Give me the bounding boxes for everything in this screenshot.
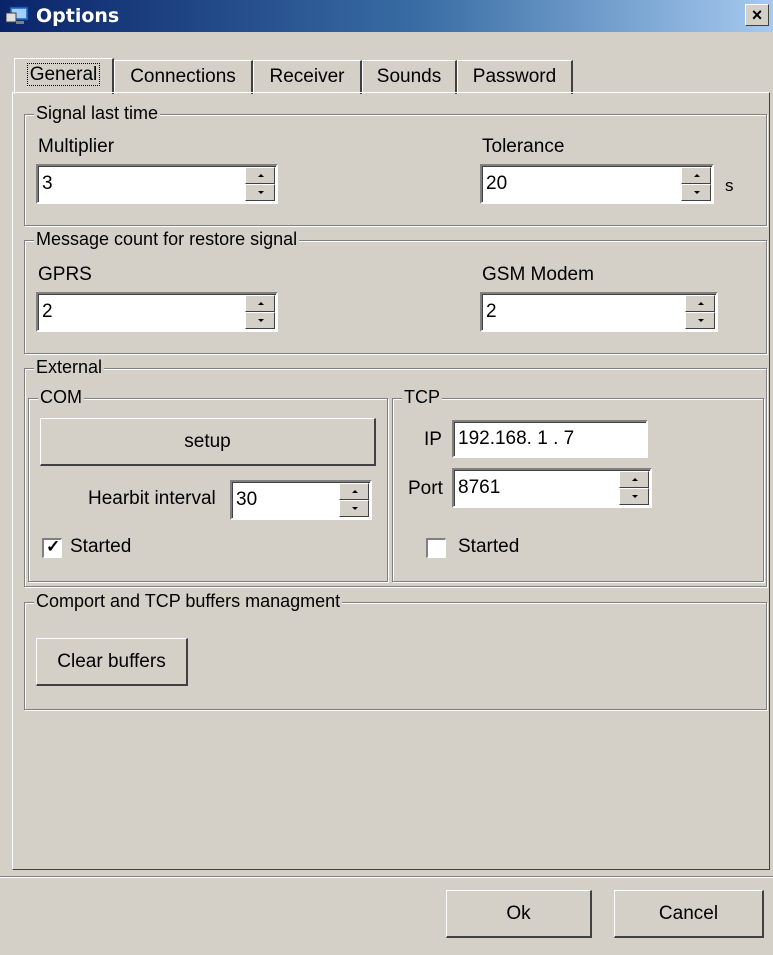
monitor-app-icon <box>6 6 29 24</box>
arrow-up-icon <box>698 302 704 305</box>
tab-sounds-label: Sounds <box>376 66 442 87</box>
tolerance-spinner[interactable]: 20 <box>480 164 714 204</box>
heartbit-interval-spinner[interactable]: 30 <box>230 480 372 520</box>
tcp-port-spinner[interactable]: 8761 <box>452 468 652 508</box>
heartbit-interval-value: 30 <box>236 489 258 510</box>
tolerance-up-button[interactable] <box>681 167 711 184</box>
tab-receiver[interactable]: Receiver <box>253 60 362 94</box>
signal-last-time-title: Signal last time <box>34 103 161 123</box>
checkmark-icon: ✓ <box>46 537 61 556</box>
com-title: COM <box>38 387 84 407</box>
tab-general[interactable]: General <box>14 58 114 94</box>
tab-sounds[interactable]: Sounds <box>362 60 457 94</box>
multiplier-value: 3 <box>42 173 53 194</box>
tcp-ip-input[interactable]: 192.168. 1 . 7 <box>452 420 648 458</box>
arrow-down-icon <box>258 319 264 322</box>
multiplier-label: Multiplier <box>38 136 115 157</box>
tcp-started-label: Started <box>458 536 520 557</box>
multiplier-down-button[interactable] <box>245 184 275 201</box>
tcp-ip-value: 192.168. 1 . 7 <box>458 428 575 449</box>
tcp-title: TCP <box>402 387 442 407</box>
tolerance-down-button[interactable] <box>681 184 711 201</box>
com-started-checkbox[interactable]: ✓ <box>42 537 62 558</box>
arrow-down-icon <box>698 319 704 322</box>
tab-password[interactable]: Password <box>457 60 573 94</box>
tcp-port-label: Port <box>408 478 443 499</box>
arrow-up-icon <box>352 490 358 493</box>
tcp-port-value: 8761 <box>458 477 501 498</box>
port-down-button[interactable] <box>619 488 649 505</box>
arrow-up-icon <box>632 478 638 481</box>
gsm-down-button[interactable] <box>685 312 715 329</box>
gsm-modem-value: 2 <box>486 301 497 322</box>
gprs-down-button[interactable] <box>245 312 275 329</box>
gprs-up-button[interactable] <box>245 295 275 312</box>
ok-button[interactable]: Ok <box>446 890 592 938</box>
close-button[interactable]: × <box>745 4 769 26</box>
arrow-down-icon <box>694 191 700 194</box>
tolerance-unit: s <box>725 176 734 195</box>
com-started-label: Started <box>70 536 132 557</box>
arrow-up-icon <box>258 302 264 305</box>
gprs-label: GPRS <box>38 264 92 285</box>
arrow-up-icon <box>258 174 264 177</box>
buffers-title: Comport and TCP buffers managment <box>34 591 343 611</box>
gprs-spinner[interactable]: 2 <box>36 292 278 332</box>
gsm-modem-spinner[interactable]: 2 <box>480 292 718 332</box>
title-bar[interactable]: Options × <box>0 0 773 32</box>
gsm-up-button[interactable] <box>685 295 715 312</box>
port-up-button[interactable] <box>619 471 649 488</box>
multiplier-spinner[interactable]: 3 <box>36 164 278 204</box>
arrow-down-icon <box>352 507 358 510</box>
cancel-button[interactable]: Cancel <box>614 890 764 938</box>
clear-buffers-button[interactable]: Clear buffers <box>36 638 188 686</box>
tab-general-label: General <box>26 63 101 86</box>
tolerance-value: 20 <box>486 173 508 194</box>
heartbit-up-button[interactable] <box>339 483 369 500</box>
message-count-title: Message count for restore signal <box>34 229 300 249</box>
external-title: External <box>34 357 105 377</box>
arrow-down-icon <box>258 191 264 194</box>
heartbit-down-button[interactable] <box>339 500 369 517</box>
heartbit-interval-label: Hearbit interval <box>88 488 216 509</box>
multiplier-up-button[interactable] <box>245 167 275 184</box>
com-setup-button[interactable]: setup <box>40 418 376 466</box>
close-icon: × <box>751 5 763 25</box>
tcp-started-checkbox[interactable] <box>426 538 446 558</box>
tolerance-label: Tolerance <box>482 136 565 157</box>
gprs-value: 2 <box>42 301 53 322</box>
tab-connections-label: Connections <box>130 66 236 87</box>
tab-receiver-label: Receiver <box>269 66 345 87</box>
arrow-up-icon <box>694 174 700 177</box>
tab-password-label: Password <box>472 66 557 87</box>
window-title: Options <box>36 5 120 27</box>
gsm-modem-label: GSM Modem <box>482 264 594 285</box>
tcp-ip-label: IP <box>424 429 442 450</box>
arrow-down-icon <box>632 495 638 498</box>
tab-connections[interactable]: Connections <box>114 60 253 94</box>
